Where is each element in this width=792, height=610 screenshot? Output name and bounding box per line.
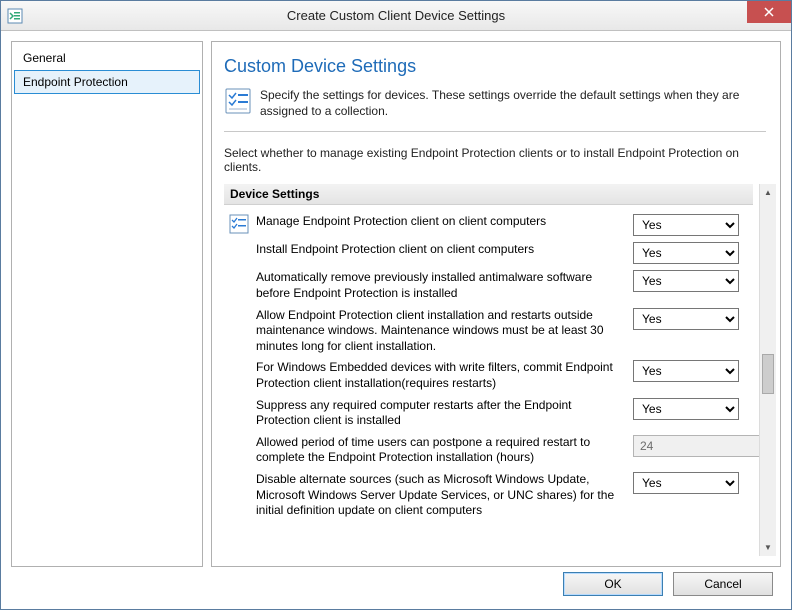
setting-label: Disable alternate sources (such as Micro… bbox=[256, 472, 627, 519]
dialog-body: General Endpoint Protection Custom Devic… bbox=[1, 31, 791, 567]
spinner-input[interactable] bbox=[633, 435, 776, 457]
sidebar-item-general[interactable]: General bbox=[14, 46, 200, 70]
setting-select[interactable]: Yes bbox=[633, 398, 739, 420]
setting-control: Yes bbox=[633, 242, 753, 264]
setting-label: Manage Endpoint Protection client on cli… bbox=[256, 214, 627, 230]
setting-control: Yes bbox=[633, 214, 753, 236]
setting-row: Install Endpoint Protection client on cl… bbox=[224, 239, 753, 267]
cancel-button[interactable]: Cancel bbox=[673, 572, 773, 596]
intro-row: Specify the settings for devices. These … bbox=[224, 87, 766, 132]
ok-button[interactable]: OK bbox=[563, 572, 663, 596]
setting-control: Yes bbox=[633, 308, 753, 330]
close-button[interactable] bbox=[747, 1, 791, 23]
setting-control: Yes bbox=[633, 270, 753, 292]
setting-row: Allowed period of time users can postpon… bbox=[224, 432, 753, 469]
setting-row: Suppress any required computer restarts … bbox=[224, 395, 753, 432]
titlebar: Create Custom Client Device Settings bbox=[1, 1, 791, 31]
setting-spinner[interactable]: ▲▼ bbox=[633, 435, 739, 457]
setting-label: Allow Endpoint Protection client install… bbox=[256, 308, 627, 355]
scroll-down-button[interactable]: ▼ bbox=[760, 539, 776, 556]
setting-control: Yes bbox=[633, 360, 753, 382]
setting-row: Manage Endpoint Protection client on cli… bbox=[224, 211, 753, 239]
checklist-icon bbox=[228, 214, 250, 234]
scrollbar[interactable]: ▲ ▼ bbox=[759, 184, 776, 556]
setting-select[interactable]: Yes bbox=[633, 308, 739, 330]
setting-row: For Windows Embedded devices with write … bbox=[224, 357, 753, 394]
setting-select[interactable]: Yes bbox=[633, 472, 739, 494]
setting-label: Allowed period of time users can postpon… bbox=[256, 435, 627, 466]
setting-select[interactable]: Yes bbox=[633, 360, 739, 382]
sidebar-item-label: Endpoint Protection bbox=[23, 75, 128, 89]
setting-select[interactable]: Yes bbox=[633, 242, 739, 264]
setting-row: Automatically remove previously installe… bbox=[224, 267, 753, 304]
subheading: Select whether to manage existing Endpoi… bbox=[224, 146, 776, 174]
sidebar-item-label: General bbox=[23, 51, 66, 65]
setting-label: For Windows Embedded devices with write … bbox=[256, 360, 627, 391]
dialog-footer: OK Cancel bbox=[1, 567, 791, 601]
scroll-thumb[interactable] bbox=[762, 354, 774, 394]
intro-text: Specify the settings for devices. These … bbox=[260, 87, 766, 119]
section-header: Device Settings bbox=[224, 184, 753, 205]
scroll-up-button[interactable]: ▲ bbox=[760, 184, 776, 201]
app-icon bbox=[7, 8, 23, 24]
setting-control: Yes bbox=[633, 398, 753, 420]
setting-row: Disable alternate sources (such as Micro… bbox=[224, 469, 753, 522]
checklist-icon bbox=[224, 87, 252, 118]
setting-select[interactable]: Yes bbox=[633, 270, 739, 292]
setting-row: Allow Endpoint Protection client install… bbox=[224, 305, 753, 358]
nav-sidebar: General Endpoint Protection bbox=[11, 41, 203, 567]
setting-control: ▲▼ bbox=[633, 435, 753, 457]
setting-label: Install Endpoint Protection client on cl… bbox=[256, 242, 627, 258]
settings-content: Device Settings Manage Endpoint Protecti… bbox=[224, 184, 759, 556]
main-panel: Custom Device Settings Specify the setti… bbox=[211, 41, 781, 567]
page-title: Custom Device Settings bbox=[224, 56, 776, 77]
setting-control: Yes bbox=[633, 472, 753, 494]
sidebar-item-endpoint-protection[interactable]: Endpoint Protection bbox=[14, 70, 200, 94]
setting-label: Automatically remove previously installe… bbox=[256, 270, 627, 301]
setting-select[interactable]: Yes bbox=[633, 214, 739, 236]
settings-area: Device Settings Manage Endpoint Protecti… bbox=[224, 184, 776, 556]
window-title: Create Custom Client Device Settings bbox=[1, 8, 791, 23]
setting-label: Suppress any required computer restarts … bbox=[256, 398, 627, 429]
